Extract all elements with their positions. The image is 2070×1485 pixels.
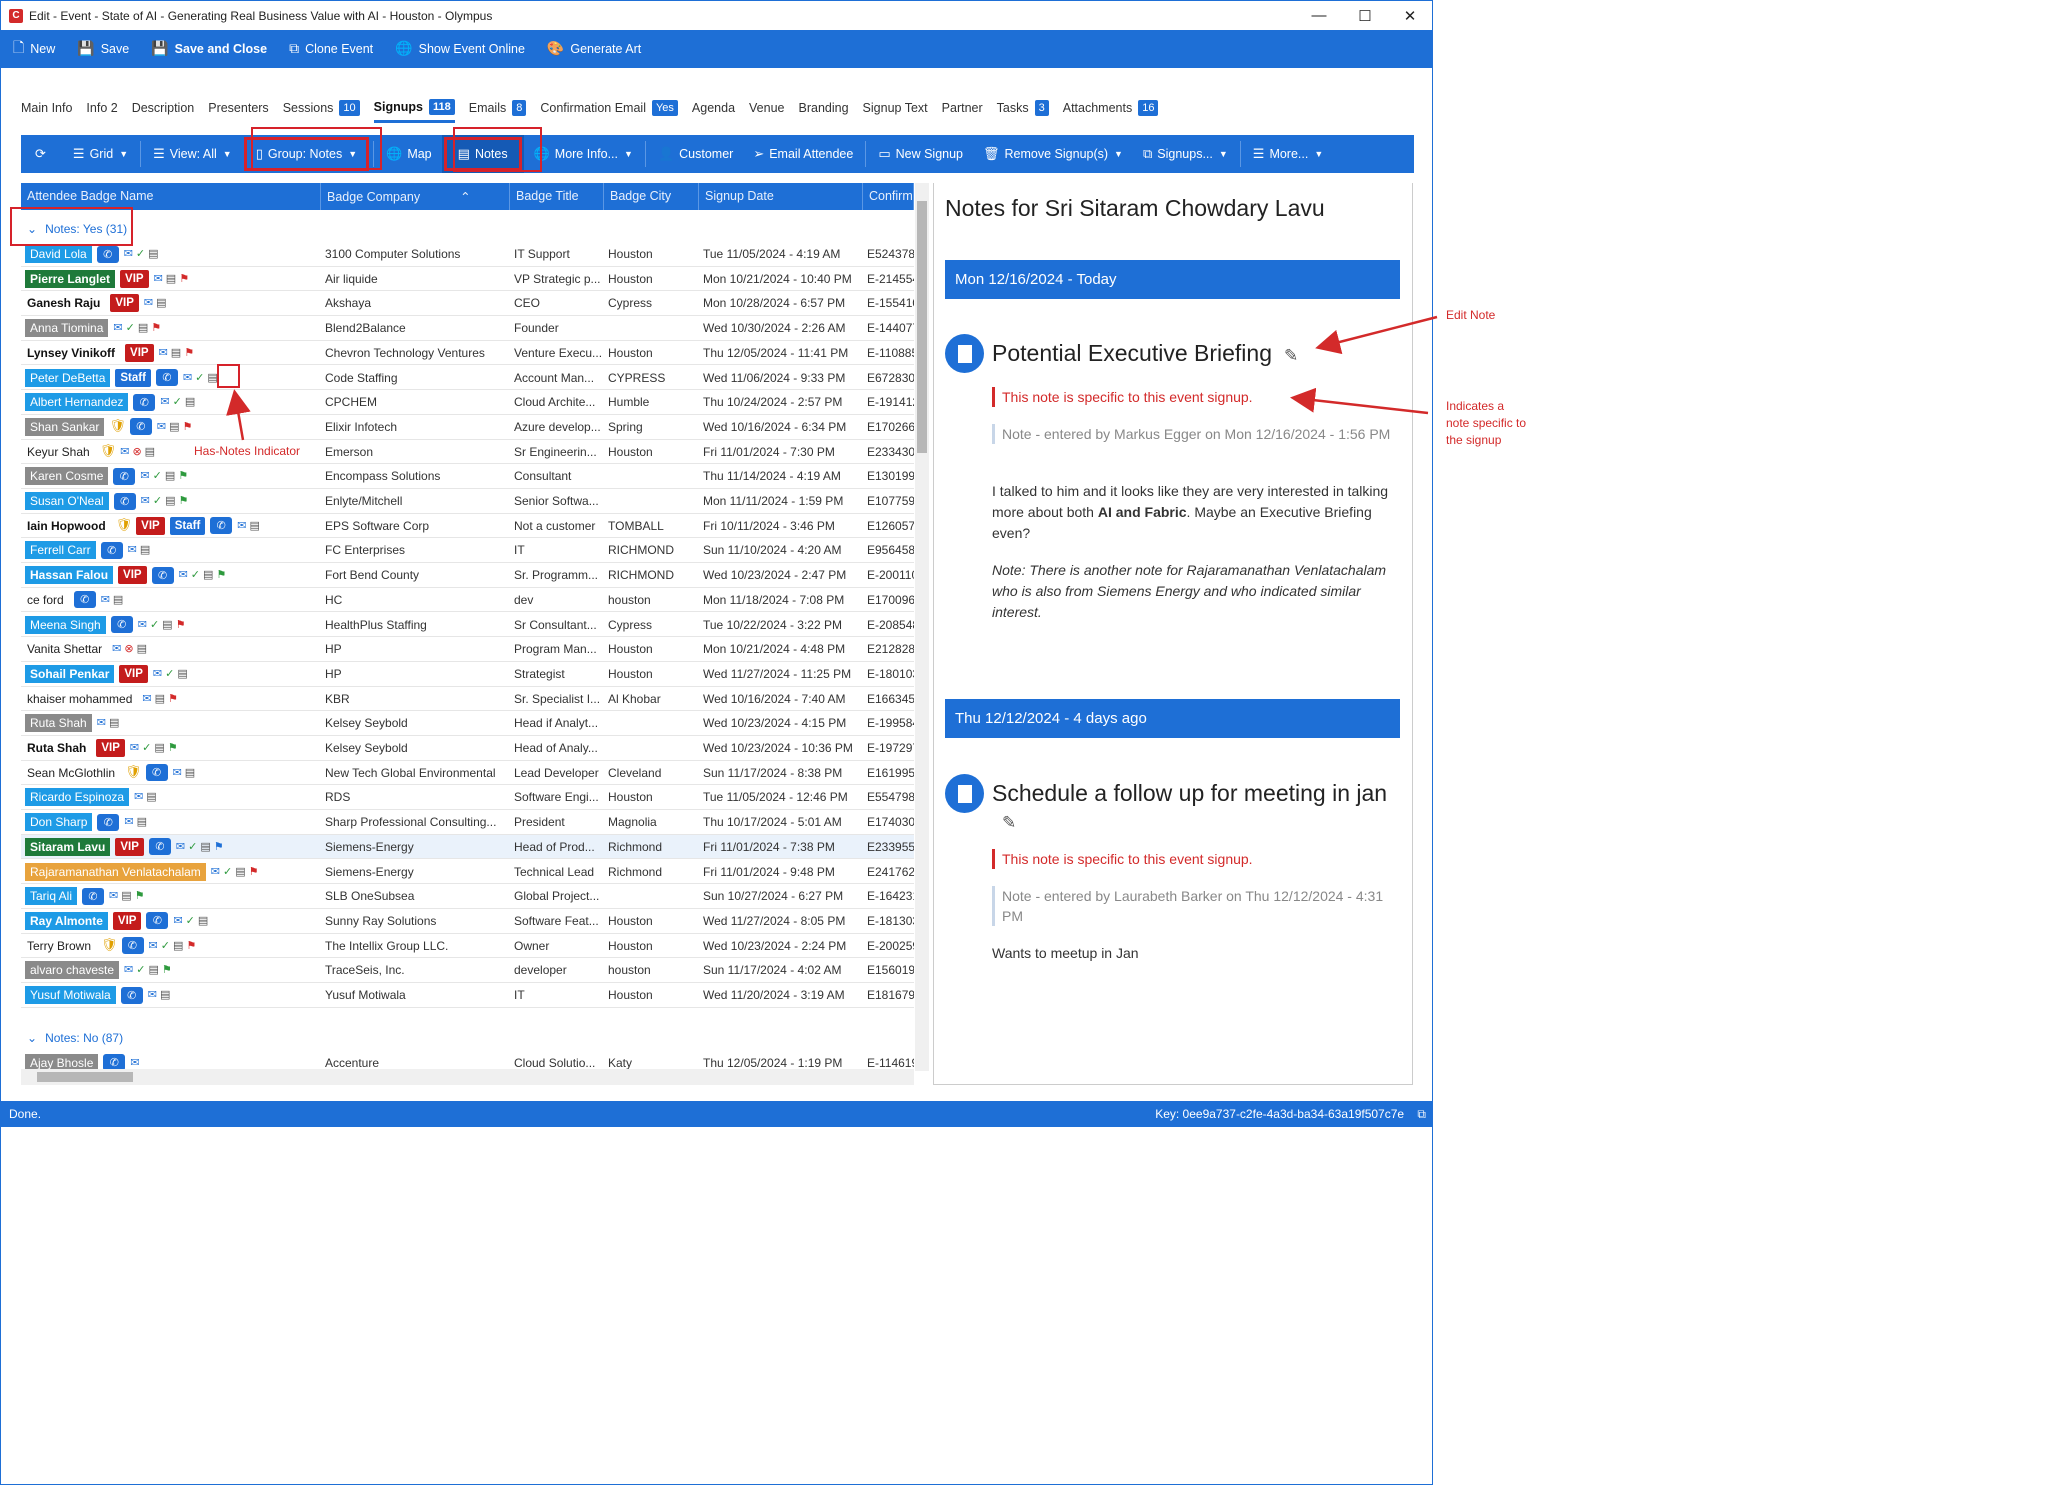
specific-note-arrow	[1290, 387, 1429, 415]
specific-note-annotation: Indicates a note specific to the signup	[1446, 399, 1527, 447]
has-notes-arrow	[226, 389, 251, 441]
has-notes-annotation: Has-Notes Indicator	[194, 444, 301, 458]
annotation-arrows	[226, 315, 1438, 441]
edit-note-annotation: Edit Note	[1446, 308, 1496, 322]
edit-note-arrow	[1315, 315, 1438, 355]
